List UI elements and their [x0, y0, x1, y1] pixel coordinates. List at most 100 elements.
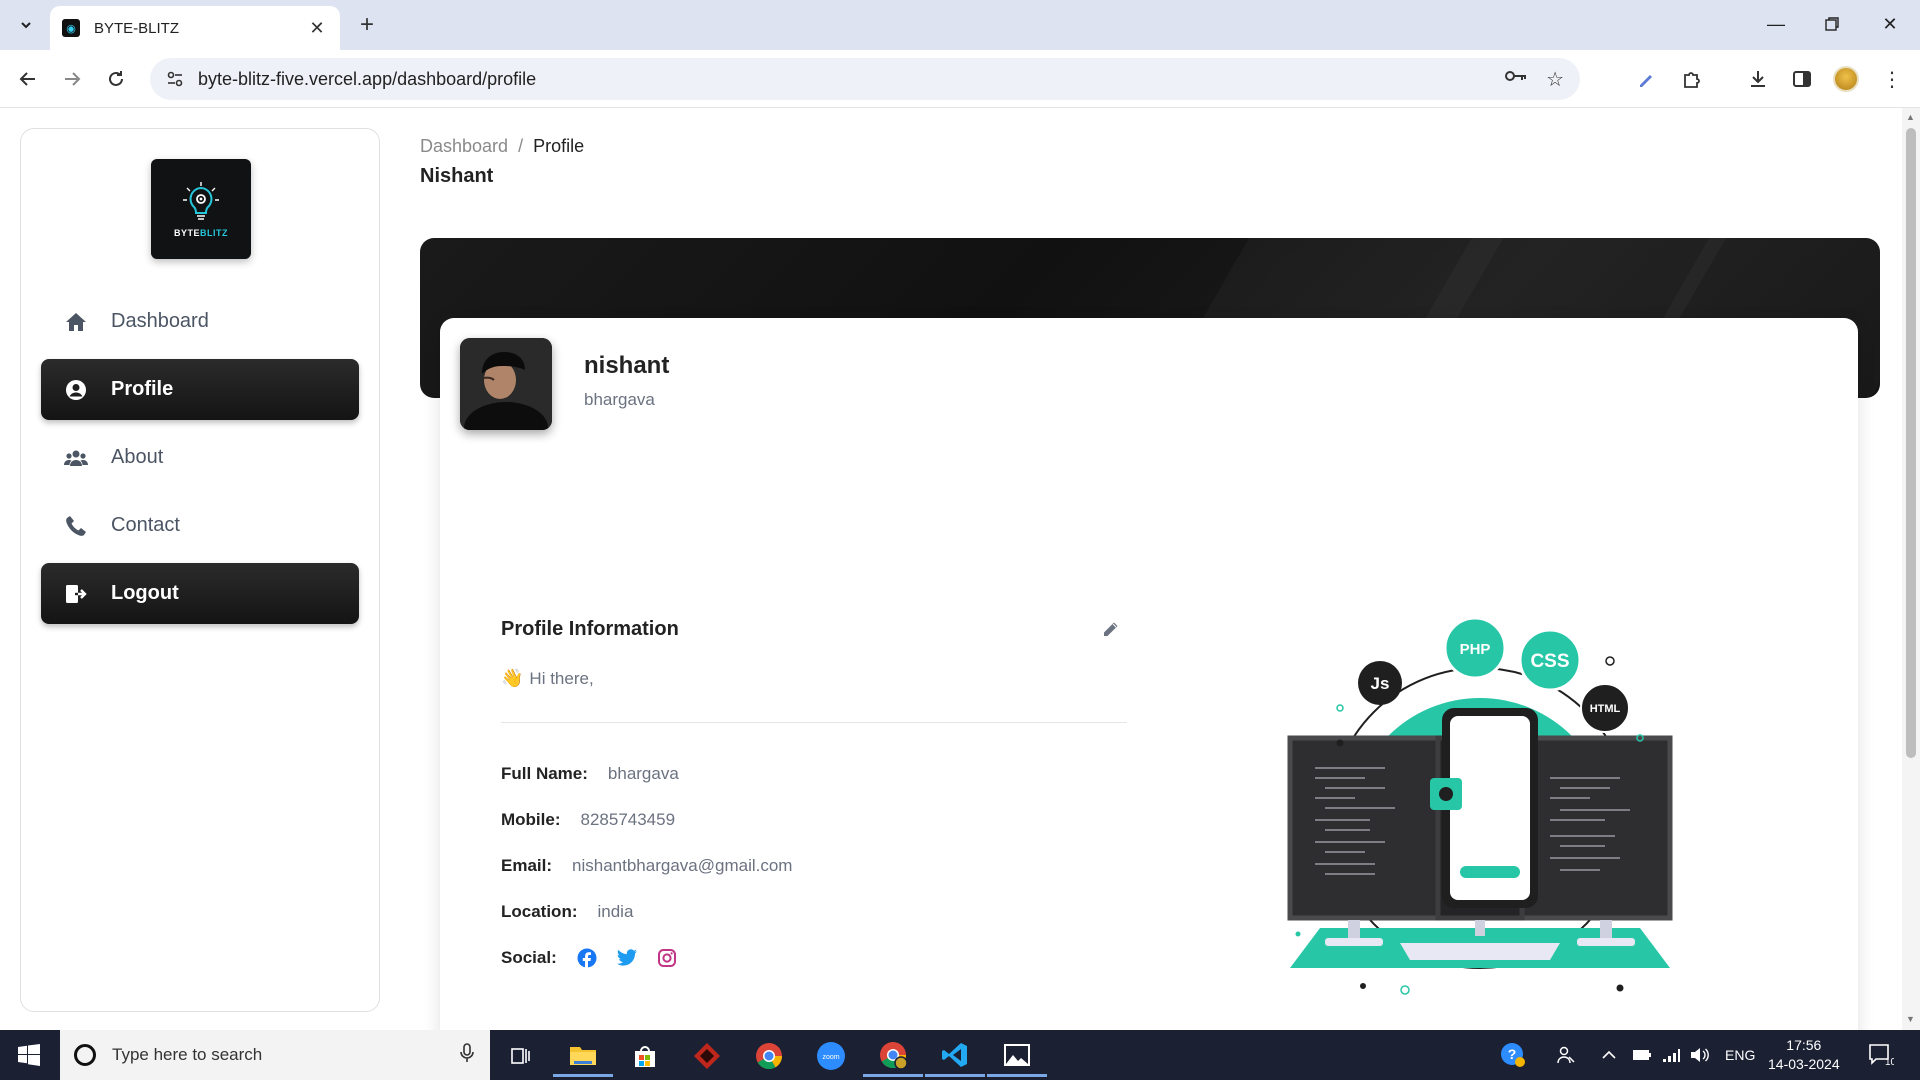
extension-edit-icon[interactable] [1630, 63, 1662, 95]
url-text[interactable]: byte-blitz-five.vercel.app/dashboard/pro… [198, 69, 1504, 90]
side-panel-icon[interactable] [1786, 63, 1818, 95]
users-icon [63, 445, 89, 471]
restore-button[interactable] [1810, 8, 1854, 40]
scroll-down-arrow[interactable]: ▼ [1906, 1014, 1915, 1024]
help-icon[interactable]: ? [1500, 1030, 1526, 1080]
profile-photo [460, 338, 552, 430]
svg-text:?: ? [1508, 1046, 1517, 1062]
profile-subtitle: bhargava [584, 390, 655, 409]
logout-button[interactable]: Logout [41, 563, 359, 624]
sidebar-item-label: Contact [111, 514, 180, 536]
facebook-icon[interactable] [577, 948, 597, 968]
sidebar-item-label: About [111, 446, 164, 468]
address-bar[interactable]: byte-blitz-five.vercel.app/dashboard/pro… [150, 58, 1580, 100]
volume-icon[interactable] [1690, 1030, 1710, 1080]
sidebar-item-label: Profile [111, 378, 174, 400]
info-row-email: Email: nishantbhargava@gmail.com [501, 856, 792, 876]
people-icon[interactable] [1556, 1030, 1576, 1080]
start-button[interactable] [0, 1030, 58, 1080]
greeting: 👋 Hi there, [501, 668, 594, 689]
clock-time: 17:56 [1786, 1037, 1822, 1053]
tray-chevron-up-icon[interactable] [1602, 1030, 1616, 1080]
taskbar-search-input[interactable]: Type here to search [112, 1045, 460, 1065]
chrome-icon[interactable] [739, 1035, 799, 1077]
forward-button[interactable] [56, 63, 88, 95]
page-scrollbar[interactable]: ▲ ▼ [1902, 108, 1920, 1030]
sidebar-item-dashboard[interactable]: Dashboard [41, 291, 359, 352]
badge-css: CSS [1530, 651, 1569, 672]
microsoft-store-icon[interactable] [615, 1035, 675, 1077]
file-explorer-icon[interactable] [553, 1035, 613, 1077]
divider [501, 722, 1127, 723]
info-value: india [597, 902, 634, 921]
instagram-icon[interactable] [657, 948, 677, 968]
site-settings-icon[interactable] [164, 68, 186, 90]
clock-date: 14-03-2024 [1768, 1056, 1840, 1072]
breadcrumb-separator: / [518, 136, 524, 156]
browser-menu-icon[interactable]: ⋮ [1876, 63, 1908, 95]
edit-pencil-icon[interactable] [1098, 616, 1124, 642]
task-view-icon[interactable] [490, 1035, 550, 1077]
scroll-thumb[interactable] [1906, 128, 1916, 758]
photos-icon[interactable] [987, 1035, 1047, 1077]
breadcrumb-dashboard-link[interactable]: Dashboard [420, 136, 508, 156]
profile-avatar-button[interactable] [1830, 63, 1862, 95]
close-window-button[interactable]: ✕ [1868, 8, 1912, 40]
app-red-icon[interactable] [677, 1035, 737, 1077]
new-tab-button[interactable]: + [352, 10, 382, 40]
vscode-icon[interactable] [925, 1035, 985, 1077]
badge-php: PHP [1460, 641, 1491, 658]
browser-tab-active[interactable]: ◉ BYTE-BLITZ ✕ [50, 6, 340, 50]
info-value: 8285743459 [580, 810, 676, 829]
taskbar-search[interactable]: Type here to search [60, 1030, 490, 1080]
password-key-icon[interactable] [1504, 67, 1528, 92]
info-row-full-name: Full Name: bhargava [501, 764, 679, 784]
logout-icon [63, 581, 89, 607]
microphone-icon[interactable] [460, 1042, 474, 1068]
reload-button[interactable] [100, 63, 132, 95]
bookmark-star-icon[interactable]: ☆ [1546, 67, 1564, 92]
info-row-social: Social: [501, 948, 677, 968]
sidebar-item-profile[interactable]: Profile [41, 359, 359, 420]
info-label: Location: [501, 902, 578, 921]
extensions-puzzle-icon[interactable] [1676, 63, 1708, 95]
sidebar-item-label: Dashboard [111, 310, 209, 332]
arrow-left-icon [19, 72, 35, 86]
byteblitz-logo[interactable]: BYTEBLITZ [151, 159, 251, 259]
windows-logo-icon [18, 1044, 40, 1066]
info-label: Full Name: [501, 764, 588, 783]
greeting-text: Hi there, [529, 668, 594, 688]
info-value: bhargava [607, 764, 679, 783]
phone-icon [63, 513, 89, 539]
tab-search-button[interactable] [12, 12, 40, 38]
back-button[interactable] [12, 63, 44, 95]
svg-text:zoom: zoom [822, 1054, 839, 1061]
language-indicator[interactable]: ENG [1725, 1030, 1755, 1080]
notification-count: 10 [1885, 1057, 1894, 1067]
browser-tabstrip: ◉ BYTE-BLITZ ✕ + — ✕ [0, 0, 1920, 50]
twitter-icon[interactable] [616, 948, 637, 968]
info-label: Social: [501, 948, 557, 967]
info-label: Mobile: [501, 810, 561, 829]
sidebar-item-contact[interactable]: Contact [41, 495, 359, 556]
wifi-icon[interactable] [1662, 1030, 1680, 1080]
sidebar-item-about[interactable]: About [41, 427, 359, 488]
zoom-icon[interactable]: zoom [801, 1035, 861, 1077]
chrome-profile-icon[interactable] [863, 1035, 923, 1077]
breadcrumb: Dashboard / Profile [420, 136, 584, 157]
notification-center-icon[interactable]: 10 [1868, 1030, 1894, 1080]
scroll-up-arrow[interactable]: ▲ [1906, 112, 1915, 122]
tab-close-icon[interactable]: ✕ [306, 18, 328, 39]
downloads-icon[interactable] [1742, 63, 1774, 95]
battery-icon[interactable] [1632, 1030, 1652, 1080]
user-circle-icon [63, 377, 89, 403]
lightbulb-gear-icon [183, 182, 219, 220]
windows-taskbar: Type here to search zoom ? ENG 17:56 14-… [0, 1030, 1920, 1080]
info-value: nishantbhargava@gmail.com [572, 856, 793, 875]
badge-js: Js [1371, 674, 1390, 693]
home-icon [63, 309, 89, 335]
profile-card: nishant bhargava Profile Information 👋 H… [440, 318, 1858, 1030]
info-row-location: Location: india [501, 902, 633, 922]
clock[interactable]: 17:56 14-03-2024 [1768, 1036, 1840, 1074]
minimize-button[interactable]: — [1754, 8, 1798, 40]
